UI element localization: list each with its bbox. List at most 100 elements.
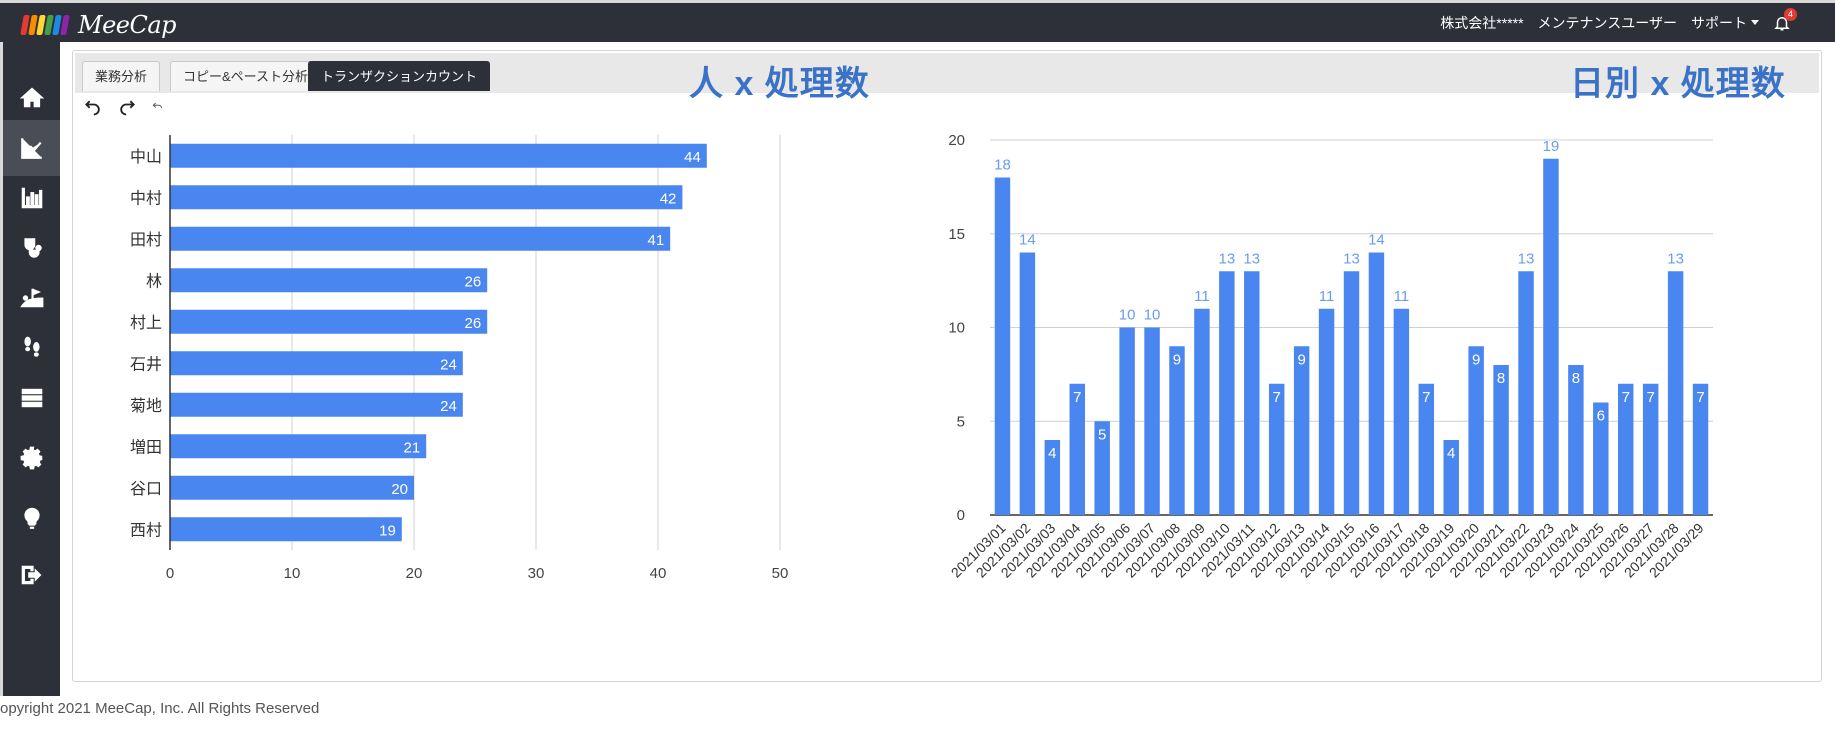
sidebar-item-ideas[interactable] (3, 490, 60, 546)
bar (1194, 308, 1210, 515)
y-category-label: 谷口 (130, 479, 162, 498)
bar-value-label: 6 (1597, 408, 1605, 425)
logo-stripe (60, 15, 70, 35)
bar-value-label: 44 (684, 149, 701, 166)
y-category-label: 村上 (130, 313, 162, 332)
bar (170, 517, 402, 542)
bar-value-label: 26 (465, 273, 482, 290)
bar-value-label: 13 (1219, 250, 1236, 267)
sidebar-item-footsteps[interactable] (3, 320, 60, 376)
tab-copy-paste-analysis[interactable]: コピー&ペースト分析 (170, 61, 322, 91)
bar (1368, 252, 1385, 515)
bar-value-label: 20 (391, 481, 408, 498)
caret-down-icon (1751, 20, 1759, 25)
bar-value-label: 7 (1622, 389, 1630, 406)
tab-transaction-count[interactable]: トランザクションカウント (308, 61, 491, 91)
bar-value-label: 7 (1273, 389, 1281, 406)
bar-chart-icon (21, 187, 42, 209)
sidebar-item-bar-stats[interactable] (3, 170, 60, 226)
bar-value-label: 24 (440, 398, 457, 415)
notification-button[interactable]: 4 (1773, 7, 1797, 34)
sidebar-item-home[interactable] (3, 70, 60, 126)
bar (170, 226, 671, 251)
company-name: 株式会社***** (1440, 14, 1524, 31)
sidebar-item-diagnosis[interactable] (3, 220, 60, 276)
bar (1518, 271, 1534, 515)
stethoscope-icon (23, 238, 42, 258)
bar-value-label: 13 (1667, 250, 1684, 267)
bar-value-label: 10 (1119, 307, 1136, 324)
y-tick-label: 10 (948, 320, 965, 337)
y-tick-label: 5 (957, 413, 965, 430)
bar (170, 351, 463, 376)
server-list-icon (21, 388, 42, 408)
bar (1293, 346, 1310, 515)
bar-value-label: 13 (1518, 250, 1535, 267)
person-transaction-chart: 0 10 20 30 40 50 中山 44 中村 42 田村 41 林 26 村上 26 石井 24 菊地 24 増田… (130, 135, 789, 582)
bar-value-label: 24 (440, 356, 457, 373)
y-category-label: 林 (146, 271, 162, 290)
logo-text: MeeCap (78, 11, 177, 39)
bar (170, 185, 683, 210)
bar-value-label: 10 (1144, 307, 1161, 324)
y-category-label: 増田 (130, 437, 162, 456)
bar-value-label: 18 (994, 157, 1011, 174)
bar (1568, 365, 1584, 515)
x-tick-label: 50 (772, 565, 789, 582)
bar-value-label: 5 (1098, 426, 1106, 443)
y-category-label: 田村 (130, 230, 162, 249)
left-chart-headline: 人 x 処理数 (689, 65, 870, 103)
bar-value-label: 11 (1319, 288, 1335, 305)
bar (1667, 271, 1684, 515)
sidebar-item-servers[interactable] (3, 370, 60, 426)
bar-value-label: 13 (1243, 250, 1260, 267)
x-tick-label: 0 (166, 565, 174, 582)
bar-value-label: 7 (1073, 389, 1081, 406)
y-tick-label: 20 (948, 132, 965, 149)
bar (1219, 271, 1235, 515)
redo-icon[interactable] (117, 97, 137, 117)
small-undo-icon[interactable] (151, 100, 165, 114)
y-tick-label: 15 (948, 226, 965, 243)
undo-icon[interactable] (83, 97, 103, 117)
top-right-menu: 株式会社***** メンテナンスユーザー サポート 4 (1440, 3, 1797, 42)
toolbar (83, 97, 165, 117)
bar-value-label: 7 (1422, 389, 1430, 406)
copyright-footer: opyright 2021 MeeCap, Inc. All Rights Re… (0, 700, 320, 717)
user-name-link[interactable]: メンテナンスユーザー (1538, 13, 1677, 33)
bar (170, 392, 463, 417)
bar-value-label: 4 (1048, 445, 1056, 462)
bar-value-label: 42 (660, 190, 677, 207)
bar-value-label: 11 (1194, 288, 1210, 305)
bar-value-label: 14 (1368, 232, 1385, 249)
bar-value-label: 7 (1696, 389, 1704, 406)
bar-value-label: 9 (1297, 351, 1305, 368)
bar (1543, 158, 1559, 515)
bar (1019, 252, 1036, 515)
tab-business-analysis[interactable]: 業務分析 (82, 61, 161, 91)
bar (994, 177, 1011, 515)
flag-hill-icon (19, 288, 43, 308)
sidebar (0, 42, 60, 696)
y-category-label: 中村 (130, 188, 162, 207)
bar (1343, 271, 1360, 515)
bar (170, 143, 707, 168)
bar (1468, 346, 1484, 515)
sidebar-item-settings[interactable] (3, 430, 60, 486)
sidebar-item-improvement[interactable] (3, 270, 60, 326)
bar (1493, 365, 1509, 515)
bar (1393, 308, 1410, 515)
bar-value-label: 8 (1497, 370, 1505, 387)
sidebar-item-logout[interactable] (3, 547, 60, 603)
bar-value-label: 19 (379, 522, 396, 539)
right-chart-headline: 日別 x 処理数 (1570, 65, 1786, 103)
app-logo[interactable]: MeeCap (20, 11, 177, 39)
sidebar-item-analytics[interactable] (3, 120, 60, 176)
bar (170, 434, 427, 459)
notification-badge: 4 (1784, 7, 1797, 21)
bar (1244, 271, 1260, 515)
x-tick-label: 10 (284, 565, 301, 582)
support-dropdown[interactable]: サポート (1691, 13, 1759, 33)
y-category-label: 西村 (130, 520, 162, 539)
bar-value-label: 4 (1447, 445, 1455, 462)
